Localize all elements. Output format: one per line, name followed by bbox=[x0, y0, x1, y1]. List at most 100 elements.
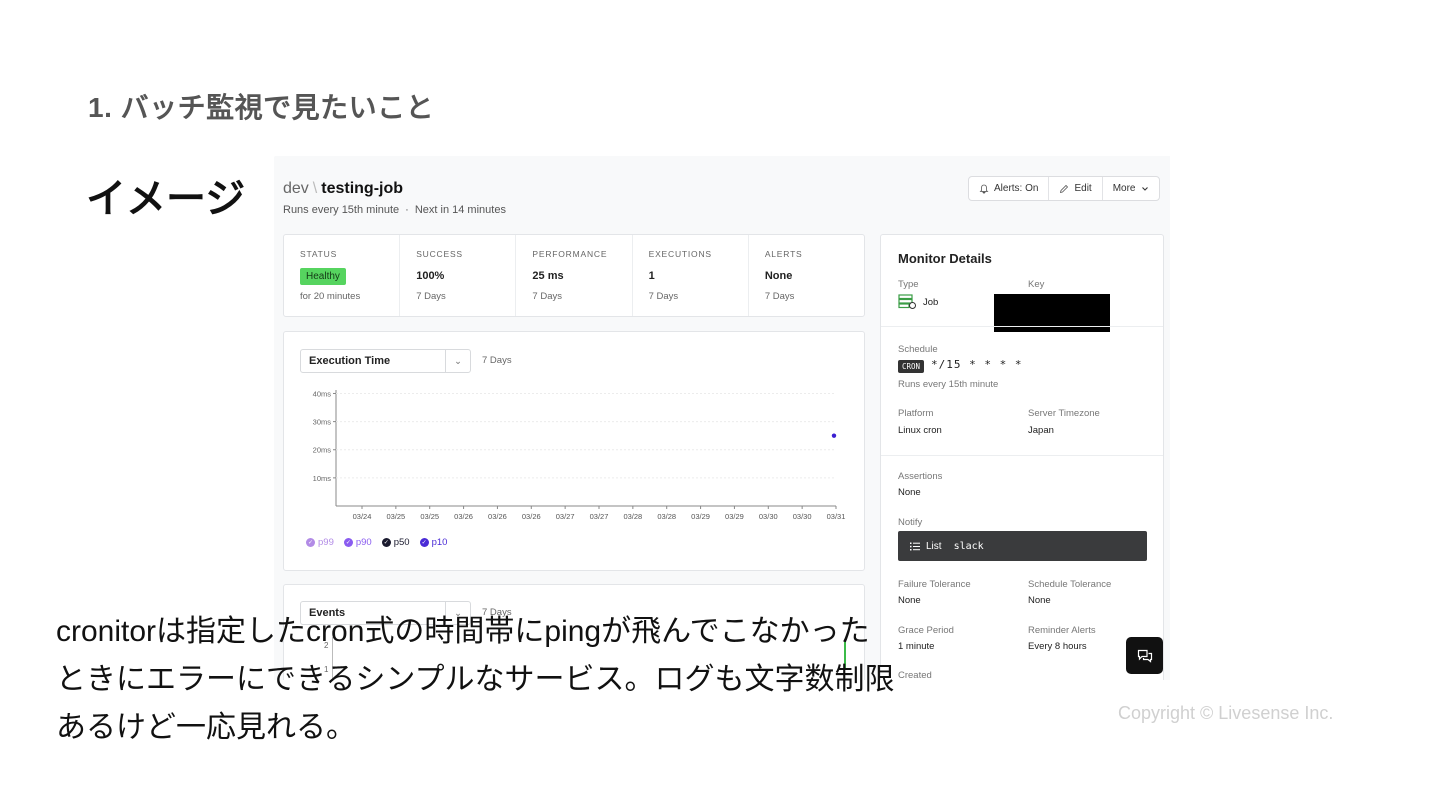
job-breadcrumb: dev \ testing-job bbox=[283, 180, 403, 198]
assertions-value: None bbox=[898, 487, 921, 498]
edit-button[interactable]: Edit bbox=[1049, 177, 1103, 200]
breadcrumb-separator: \ bbox=[312, 180, 318, 197]
schedule-tolerance-label: Schedule Tolerance bbox=[1028, 579, 1112, 590]
cron-expression: */15 * * * * bbox=[931, 358, 1023, 371]
metric-select[interactable]: Execution Time ⌄ bbox=[300, 349, 471, 373]
stats-card: STATUS Healthy for 20 minutes SUCCESS 10… bbox=[283, 234, 865, 317]
y-tick-label: 20ms bbox=[313, 446, 332, 455]
next-run-text: Next in 14 minutes bbox=[414, 204, 506, 216]
type-value: Job bbox=[923, 297, 939, 308]
divider bbox=[881, 326, 1163, 327]
chat-icon bbox=[1137, 649, 1152, 663]
stat-value: 100% bbox=[416, 270, 445, 282]
stat-status: STATUS Healthy for 20 minutes bbox=[284, 235, 401, 316]
chart-legend: ✓ p99 ✓ p90 ✓ p50 ✓ p10 bbox=[306, 537, 447, 548]
platform-value: Linux cron bbox=[898, 425, 942, 436]
y-tick-label: 40ms bbox=[313, 389, 332, 398]
created-label: Created bbox=[898, 670, 932, 680]
stat-sub: for 20 minutes bbox=[300, 291, 361, 302]
stat-sub: 7 Days bbox=[648, 291, 679, 302]
stat-sub: 7 Days bbox=[532, 291, 562, 302]
x-tick-label: 03/28 bbox=[623, 512, 642, 521]
check-icon: ✓ bbox=[419, 538, 429, 547]
stat-label: PERFORMANCE bbox=[532, 249, 608, 259]
more-button[interactable]: More bbox=[1103, 177, 1159, 200]
platform-label: Platform bbox=[898, 408, 934, 419]
x-tick-label: 03/27 bbox=[556, 512, 575, 521]
legend-item-p10[interactable]: ✓ p10 bbox=[419, 537, 448, 548]
job-schedule-summary: Runs every 15th minute · Next in 14 minute… bbox=[283, 204, 506, 216]
execution-time-chart: 10ms 20ms 30ms 40ms 03/24 03/25 03/25 03/26 03/2… bbox=[313, 389, 846, 521]
details-title: Monitor Details bbox=[898, 251, 992, 266]
legend-label: p90 bbox=[355, 537, 372, 548]
cron-badge: CRON bbox=[898, 360, 925, 373]
stat-value: 1 bbox=[648, 270, 655, 282]
timezone-label: Server Timezone bbox=[1028, 408, 1100, 419]
alerts-button[interactable]: Alerts: On bbox=[969, 177, 1050, 200]
stat-alerts: ALERTS None 7 Days bbox=[749, 235, 864, 316]
legend-label: p10 bbox=[431, 537, 448, 548]
y-tick-label: 30ms bbox=[313, 418, 332, 427]
monitor-details-panel: Monitor Details Type Job Key Schedule CR… bbox=[880, 234, 1164, 680]
x-tick-label: 03/28 bbox=[657, 512, 676, 521]
x-tick-label: 03/30 bbox=[793, 512, 812, 521]
notify-list-label: List bbox=[926, 540, 942, 552]
alerts-label: Alerts: On bbox=[994, 183, 1039, 194]
metric-select-value: Execution Time bbox=[309, 355, 391, 367]
status-badge: Healthy bbox=[300, 268, 346, 285]
x-tick-label: 03/25 bbox=[420, 512, 439, 521]
x-tick-label: 03/26 bbox=[522, 512, 541, 521]
more-label: More bbox=[1112, 183, 1136, 194]
stat-success: SUCCESS 100% 7 Days bbox=[400, 235, 517, 316]
failure-tolerance-value: None bbox=[898, 595, 921, 606]
legend-label: p99 bbox=[318, 537, 334, 548]
list-icon bbox=[910, 542, 920, 550]
edit-label: Edit bbox=[1074, 183, 1092, 194]
env-link[interactable]: dev bbox=[283, 180, 309, 197]
legend-item-p99[interactable]: ✓ p99 bbox=[306, 537, 334, 548]
notify-value: slack bbox=[953, 540, 984, 552]
x-tick-label: 03/27 bbox=[590, 512, 609, 521]
failure-tolerance-label: Failure Tolerance bbox=[898, 579, 971, 590]
slide-label: イメージ bbox=[86, 177, 246, 221]
stat-value: 25 ms bbox=[532, 270, 564, 282]
x-tick-label: 03/24 bbox=[353, 512, 372, 521]
stat-performance: PERFORMANCE 25 ms 7 Days bbox=[516, 235, 633, 316]
chevron-down-icon: ⌄ bbox=[445, 350, 470, 372]
schedule-desc: Runs every 15th minute bbox=[898, 379, 999, 390]
divider bbox=[881, 455, 1163, 456]
chevron-down-icon bbox=[1141, 186, 1148, 191]
schedule-label: Schedule bbox=[898, 344, 938, 355]
schedule-tolerance-value: None bbox=[1028, 595, 1051, 606]
stat-sub: 7 Days bbox=[416, 291, 446, 302]
execution-time-card: Execution Time ⌄ 7 Days 10ms 20ms 30ms 40ms… bbox=[283, 331, 865, 571]
data-point bbox=[831, 433, 837, 438]
reminder-alerts-label: Reminder Alerts bbox=[1028, 625, 1096, 636]
grace-period-value: 1 minute bbox=[898, 641, 935, 652]
stat-executions: EXECUTIONS 1 7 Days bbox=[633, 235, 749, 316]
check-icon: ✓ bbox=[381, 538, 391, 547]
legend-item-p50[interactable]: ✓ p50 bbox=[381, 537, 410, 548]
y-tick-label: 10ms bbox=[313, 474, 332, 483]
slide-caption: cronitorは指定したcron式の時間帯にpingが飛んでこなかったときにエ… bbox=[56, 615, 895, 744]
timezone-value: Japan bbox=[1028, 425, 1054, 436]
stat-label: EXECUTIONS bbox=[648, 249, 712, 259]
slide-heading: 1. バッチ監視で見たいこと bbox=[88, 92, 435, 123]
x-tick-label: 03/31 bbox=[827, 512, 846, 521]
type-label: Type bbox=[898, 279, 919, 290]
chat-button[interactable] bbox=[1126, 637, 1163, 674]
notify-list[interactable]: List slack bbox=[898, 531, 1147, 561]
copyright: Copyright © Livesense Inc. bbox=[1118, 703, 1334, 723]
cronitor-screenshot: dev \ testing-job Runs every 15th minute · N… bbox=[274, 156, 1170, 680]
schedule-text: Runs every 15th minute bbox=[283, 204, 400, 216]
x-tick-label: 03/26 bbox=[488, 512, 507, 521]
assertions-label: Assertions bbox=[898, 471, 943, 482]
key-label: Key bbox=[1028, 279, 1045, 290]
stat-label: SUCCESS bbox=[416, 249, 463, 259]
legend-item-p90[interactable]: ✓ p90 bbox=[343, 537, 372, 548]
job-action-buttons: Alerts: On Edit More bbox=[968, 176, 1160, 201]
x-tick-label: 03/26 bbox=[454, 512, 473, 521]
stat-sub: 7 Days bbox=[764, 291, 795, 302]
job-name: testing-job bbox=[321, 180, 404, 197]
x-tick-label: 03/30 bbox=[759, 512, 778, 521]
